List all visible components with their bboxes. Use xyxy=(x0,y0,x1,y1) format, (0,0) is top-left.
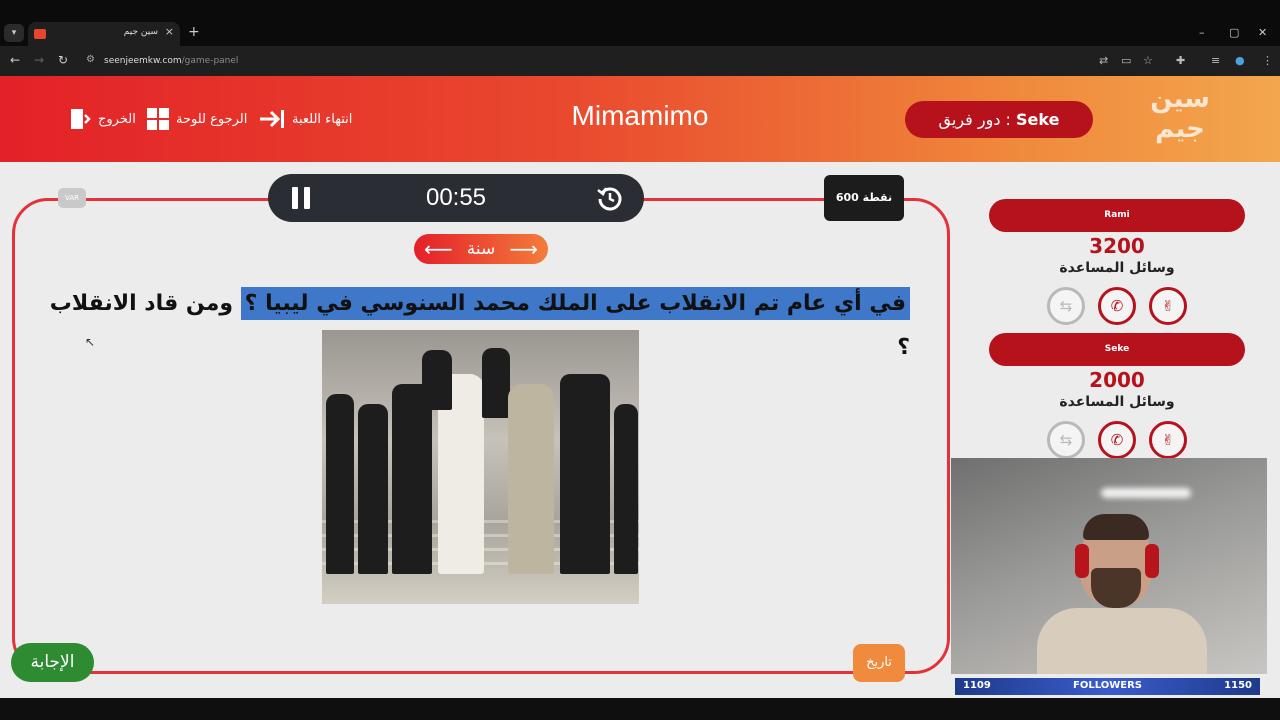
followers-bar: 1109 FOLLOWERS 1150 xyxy=(955,678,1260,695)
swap-icon[interactable]: ⇆ xyxy=(1047,421,1085,459)
end-game-label: انتهاء اللعبة xyxy=(292,111,353,127)
help-label-seke: وسائل المساعدة xyxy=(1059,394,1175,410)
category-label: سنة xyxy=(466,239,496,259)
question-highlighted: في أي عام تم الانقلاب على الملك محمد الس… xyxy=(240,287,910,320)
url-text: seenjeemkw.com/game-panel xyxy=(104,56,238,66)
address-bar: ← → ↻ ⚙ seenjeemkw.com/game-panel ⇄ ▭ ☆ … xyxy=(0,46,1280,76)
close-window-button[interactable]: ✕ xyxy=(1258,26,1267,39)
turn-prefix: دور فريق : xyxy=(938,110,1017,129)
mouse-cursor-icon: ↖ xyxy=(85,335,96,349)
answer-button[interactable]: الإجابة xyxy=(11,643,94,682)
team-name-seke: Seke xyxy=(989,333,1245,366)
game-title: Mimamimo xyxy=(571,100,709,131)
browser-tab-bar: ▾ سين جيم × + – ▢ ✕ xyxy=(0,0,1280,46)
grid-icon xyxy=(147,108,169,130)
back-icon[interactable]: ← xyxy=(10,53,20,67)
exit-button[interactable]: الخروج xyxy=(68,107,136,131)
site-info-icon[interactable]: ⚙ xyxy=(86,54,95,65)
category-tag: تاريخ xyxy=(853,644,905,682)
two-fingers-icon[interactable]: ✌ xyxy=(1149,287,1187,325)
logo-line-2: جيم xyxy=(1155,114,1205,144)
webcam-overlay xyxy=(951,458,1267,674)
url-field[interactable]: ⚙ seenjeemkw.com/game-panel xyxy=(80,50,1090,72)
two-fingers-icon[interactable]: ✌ xyxy=(1149,421,1187,459)
reader-icon[interactable]: ▭ xyxy=(1121,54,1131,67)
profile-icon[interactable]: ● xyxy=(1235,54,1245,67)
phone-icon[interactable]: ✆ xyxy=(1098,421,1136,459)
reset-timer-icon[interactable] xyxy=(596,184,624,212)
headphones-icon xyxy=(1075,544,1089,578)
followers-left-count: 1109 xyxy=(963,680,991,691)
category-selector[interactable]: ⟵ سنة ⟶ xyxy=(414,234,548,264)
board-label: الرجوع للوحة xyxy=(176,111,248,127)
close-icon[interactable]: × xyxy=(165,25,174,38)
extensions-icon[interactable]: ✚ xyxy=(1176,54,1185,67)
tab-title: سين جيم xyxy=(123,27,158,37)
browser-tab[interactable]: سين جيم × xyxy=(28,22,180,46)
media-icon[interactable]: ≡ xyxy=(1211,54,1220,67)
swap-icon[interactable]: ⇆ xyxy=(1047,287,1085,325)
translate-icon[interactable]: ⇄ xyxy=(1099,54,1108,67)
var-button[interactable]: VAR xyxy=(58,188,86,208)
team-score-seke: 2000 xyxy=(1089,368,1145,392)
arrow-left-icon[interactable]: ⟵ xyxy=(424,234,453,264)
logo-line-1: سين xyxy=(1150,84,1210,114)
bookmark-star-icon[interactable]: ☆ xyxy=(1143,54,1153,67)
timer-bar: 00:55 xyxy=(268,174,644,222)
turn-team: Seke xyxy=(1016,110,1060,129)
game-header: الخروج الرجوع للوحة انتهاء اللعبة Mimami… xyxy=(0,76,1280,162)
maximize-button[interactable]: ▢ xyxy=(1229,26,1239,39)
question-photo xyxy=(322,330,639,604)
plus-icon[interactable]: + xyxy=(188,24,200,40)
minimize-button[interactable]: – xyxy=(1199,26,1205,39)
arrow-right-icon[interactable]: ⟶ xyxy=(509,234,538,264)
url-host: seenjeemkw.com xyxy=(104,56,182,66)
end-game-button[interactable]: انتهاء اللعبة xyxy=(258,107,352,131)
reload-icon[interactable]: ↻ xyxy=(58,53,68,67)
arrow-to-line-icon xyxy=(260,110,284,128)
followers-label: FOLLOWERS xyxy=(1073,680,1142,691)
url-path: /game-panel xyxy=(181,56,239,66)
forward-icon[interactable]: → xyxy=(34,53,44,67)
chevron-down-icon[interactable]: ▾ xyxy=(4,24,24,42)
menu-icon[interactable]: ⋮ xyxy=(1262,54,1273,67)
team-turn-indicator: دور فريق : Seke xyxy=(905,101,1093,138)
followers-right-count: 1150 xyxy=(1224,680,1252,691)
points-badge: 600 نقطة xyxy=(824,175,904,221)
back-to-board-button[interactable]: الرجوع للوحة xyxy=(146,107,247,131)
exit-door-icon xyxy=(71,109,91,129)
site-favicon xyxy=(34,29,46,39)
exit-label: الخروج xyxy=(98,111,136,127)
seen-jeem-logo: سين جيم xyxy=(1140,84,1220,154)
team-name-rami: Rami xyxy=(989,199,1245,232)
phone-icon[interactable]: ✆ xyxy=(1098,287,1136,325)
timer-display: 00:55 xyxy=(425,184,487,211)
help-label-rami: وسائل المساعدة xyxy=(1059,260,1175,276)
team-score-rami: 3200 xyxy=(1089,234,1145,258)
